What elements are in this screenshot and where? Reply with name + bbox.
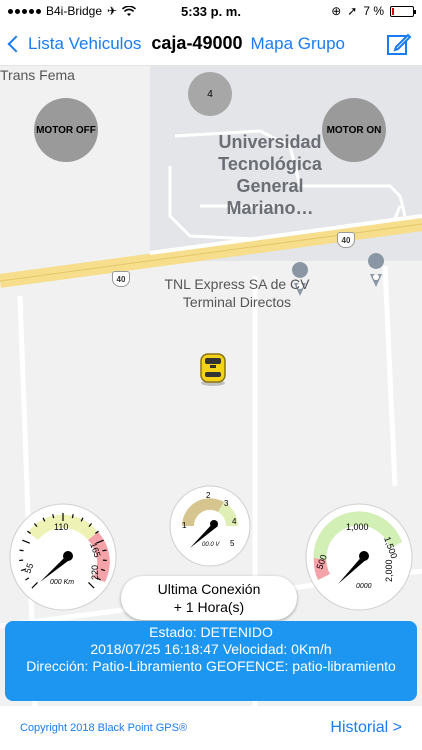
nav-bar: Lista Vehiculos caja-49000 Mapa Grupo (0, 22, 422, 66)
vehicle-marker-icon[interactable] (196, 350, 230, 386)
status-bar: B4i-Bridge ✈ 5:33 p. m. ⊕ ➚ 7 % (0, 0, 422, 22)
chevron-left-icon (7, 35, 25, 52)
page-title: caja-49000 (151, 33, 243, 53)
airplane-icon: ✈ (107, 4, 118, 18)
back-button[interactable]: Lista Vehiculos (7, 33, 142, 54)
compose-icon[interactable] (386, 31, 412, 57)
poi-university-label: Universidad Tecnológica General Mariano… (218, 132, 322, 218)
voltage-readout: 00.0 V (202, 542, 220, 548)
orientation-lock-icon: ⊕ (331, 4, 342, 18)
rpm-readout: 0000 (356, 583, 372, 590)
location-arrow-icon: ➚ (347, 4, 358, 18)
back-label: Lista Vehiculos (28, 33, 142, 53)
vehicle-status-panel: Estado: DETENIDO 2018/07/25 16:18:47 Vel… (5, 621, 417, 701)
voltage-tick-2: 2 (206, 491, 211, 500)
last-connection-badge: Ultima Conexión + 1 Hora(s) (121, 576, 297, 620)
last-connection-value: + 1 Hora(s) (173, 599, 245, 615)
battery-percent: 7 % (363, 4, 384, 18)
voltage-tick-5: 5 (230, 539, 235, 548)
speed-readout: 000 Km (50, 579, 74, 586)
poi-tnl-label: TNL Express SA de CV Terminal Directos (164, 276, 310, 310)
motor-off-button[interactable]: MOTOR OFF (34, 98, 98, 162)
status-state: Estado: DETENIDO (149, 624, 273, 640)
status-datetime-speed: 2018/07/25 16:18:47 Velocidad: 0Km/h (90, 641, 332, 657)
status-left: B4i-Bridge ✈ (8, 4, 137, 18)
voltage-tick-4: 4 (232, 517, 237, 526)
carrier-label: B4i-Bridge (46, 4, 103, 18)
last-connection-title: Ultima Conexión (157, 581, 261, 597)
speed-gauge: 55 110 165 220 000 Km (9, 503, 117, 611)
copyright-text: Copyright 2018 Black Point GPS® (20, 722, 188, 734)
speed-tick-110: 110 (54, 522, 68, 532)
map-view[interactable]: Universidad Tecnológica General Mariano…… (0, 66, 422, 706)
signal-icon (8, 8, 41, 14)
battery-icon (390, 5, 416, 17)
voltage-tick-1: 1 (182, 521, 187, 530)
status-right: ⊕ ➚ 7 % (331, 4, 416, 18)
highway-shield: 40 (112, 271, 130, 287)
status-address: Dirección: Patio-Libramiento GEOFENCE: p… (26, 658, 396, 674)
speed-tick-220: 220 (90, 565, 100, 580)
vehicle-cluster[interactable]: 4 (188, 72, 232, 116)
gauge-tick-mark (102, 549, 107, 552)
voltage-tick-3: 3 (224, 499, 229, 508)
rpm-tick-1000: 1,000 (346, 522, 369, 532)
voltage-gauge: 1 2 3 4 5 00.0 V (169, 485, 251, 567)
gauge-tick-mark (19, 549, 24, 552)
group-map-button[interactable]: Mapa Grupo (251, 34, 346, 54)
rpm-gauge: 500 1,000 1,500 2,000 0000 (305, 503, 413, 611)
wifi-icon (122, 5, 137, 16)
motor-on-button[interactable]: MOTOR ON (322, 98, 386, 162)
highway-shield: 40 (337, 232, 355, 248)
rpm-tick-2000: 2,000 (384, 559, 394, 582)
historial-link[interactable]: Historial > (330, 719, 402, 737)
footer: Copyright 2018 Black Point GPS® Historia… (0, 706, 422, 750)
